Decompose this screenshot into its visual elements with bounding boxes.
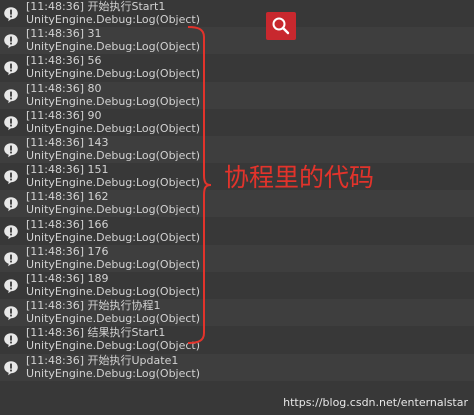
log-message: [11:48:36] 90	[26, 110, 102, 122]
log-message: [11:48:36] 176	[26, 246, 109, 258]
log-time: [11:48:36]	[26, 218, 84, 231]
log-source: UnityEngine.Debug:Log(Object)	[26, 312, 201, 325]
log-message: [11:48:36] 56	[26, 55, 102, 67]
info-speech-bubble-icon	[4, 333, 18, 348]
log-text: 结果执行Start1	[87, 326, 166, 339]
log-source: UnityEngine.Debug:Log(Object)	[26, 95, 201, 108]
annotation-label: 协程里的代码	[224, 163, 375, 192]
log-source: UnityEngine.Debug:Log(Object)	[26, 203, 201, 216]
log-entry[interactable]: [11:48:36] 56 UnityEngine.Debug:Log(Objec…	[0, 54, 474, 81]
info-speech-bubble-icon	[4, 225, 18, 240]
log-source: UnityEngine.Debug:Log(Object)	[26, 285, 201, 298]
log-time: [11:48:36]	[26, 27, 84, 40]
log-source: UnityEngine.Debug:Log(Object)	[26, 367, 201, 380]
log-message: [11:48:36] 166	[26, 219, 109, 231]
log-time: [11:48:36]	[26, 109, 84, 122]
annotation-bracket	[187, 26, 212, 344]
log-entry[interactable]: [11:48:36] 开始执行Update1 UnityEngine.Debug:…	[0, 354, 474, 381]
info-speech-bubble-icon	[4, 34, 18, 49]
log-message: [11:48:36] 151	[26, 164, 109, 176]
info-speech-bubble-icon	[4, 143, 18, 158]
info-speech-bubble-icon	[4, 61, 18, 76]
log-entry[interactable]: [11:48:36] 开始执行协程1 UnityEngine.Debug:Log(…	[0, 299, 474, 326]
log-message: [11:48:36] 189	[26, 273, 109, 285]
log-source: UnityEngine.Debug:Log(Object)	[26, 67, 201, 80]
log-text: 80	[87, 82, 102, 95]
log-message: [11:48:36] 开始执行协程1	[26, 300, 161, 312]
log-entry[interactable]: [11:48:36] 176 UnityEngine.Debug:Log(Obje…	[0, 245, 474, 272]
log-text: 56	[87, 54, 102, 67]
log-time: [11:48:36]	[26, 299, 84, 312]
info-speech-bubble-icon	[4, 116, 18, 131]
info-speech-bubble-icon	[4, 279, 18, 294]
info-speech-bubble-icon	[4, 252, 18, 267]
info-speech-bubble-icon	[4, 197, 18, 212]
log-source: UnityEngine.Debug:Log(Object)	[26, 339, 201, 352]
watermark: https://blog.csdn.net/enternalstar	[283, 396, 468, 409]
log-source: UnityEngine.Debug:Log(Object)	[26, 149, 201, 162]
info-speech-bubble-icon	[4, 170, 18, 185]
log-message: [11:48:36] 结果执行Start1	[26, 327, 165, 339]
log-text: 176	[87, 245, 109, 258]
log-entry[interactable]: [11:48:36] 80 UnityEngine.Debug:Log(Objec…	[0, 82, 474, 109]
info-speech-bubble-icon	[4, 7, 18, 22]
log-message: [11:48:36] 162	[26, 191, 109, 203]
log-time: [11:48:36]	[26, 272, 84, 285]
log-time: [11:48:36]	[26, 190, 84, 203]
log-message: [11:48:36] 开始执行Start1	[26, 1, 165, 13]
info-speech-bubble-icon	[4, 306, 18, 321]
search-icon	[272, 17, 290, 35]
log-source: UnityEngine.Debug:Log(Object)	[26, 258, 201, 271]
info-speech-bubble-icon	[4, 361, 18, 376]
log-entry[interactable]: [11:48:36] 162 UnityEngine.Debug:Log(Obje…	[0, 190, 474, 217]
log-time: [11:48:36]	[26, 82, 84, 95]
log-text: 31	[87, 27, 102, 40]
log-text: 189	[87, 272, 109, 285]
log-text: 151	[87, 163, 109, 176]
log-entry[interactable]: [11:48:36] 结果执行Start1 UnityEngine.Debug:L…	[0, 326, 474, 353]
log-text: 开始执行协程1	[87, 299, 161, 312]
log-entry[interactable]: [11:48:36] 166 UnityEngine.Debug:Log(Obje…	[0, 218, 474, 245]
log-text: 90	[87, 109, 102, 122]
console-window: [11:48:36] 开始执行Start1 UnityEngine.Debug:L…	[0, 0, 474, 415]
log-text: 143	[87, 136, 109, 149]
log-source: UnityEngine.Debug:Log(Object)	[26, 122, 201, 135]
log-text: 开始执行Update1	[87, 354, 179, 367]
log-time: [11:48:36]	[26, 245, 84, 258]
info-speech-bubble-icon	[4, 89, 18, 104]
log-message: [11:48:36] 开始执行Update1	[26, 355, 178, 367]
log-text: 166	[87, 218, 109, 231]
log-message: [11:48:36] 31	[26, 28, 102, 40]
log-time: [11:48:36]	[26, 0, 84, 13]
log-entry[interactable]: [11:48:36] 143 UnityEngine.Debug:Log(Obje…	[0, 136, 474, 163]
log-message: [11:48:36] 143	[26, 137, 109, 149]
log-source: UnityEngine.Debug:Log(Object)	[26, 176, 201, 189]
log-entry[interactable]: [11:48:36] 90 UnityEngine.Debug:Log(Objec…	[0, 109, 474, 136]
log-source: UnityEngine.Debug:Log(Object)	[26, 13, 201, 26]
log-source: UnityEngine.Debug:Log(Object)	[26, 231, 201, 244]
log-entry[interactable]: [11:48:36] 189 UnityEngine.Debug:Log(Obje…	[0, 272, 474, 299]
log-entry[interactable]: [11:48:36] 开始执行Start1 UnityEngine.Debug:L…	[0, 0, 474, 27]
log-source: UnityEngine.Debug:Log(Object)	[26, 40, 201, 53]
search-button[interactable]	[266, 12, 296, 40]
log-time: [11:48:36]	[26, 326, 84, 339]
log-message: [11:48:36] 80	[26, 83, 102, 95]
log-time: [11:48:36]	[26, 163, 84, 176]
log-entry[interactable]: [11:48:36] 31 UnityEngine.Debug:Log(Objec…	[0, 27, 474, 54]
log-time: [11:48:36]	[26, 354, 84, 367]
log-time: [11:48:36]	[26, 54, 84, 67]
log-text: 开始执行Start1	[87, 0, 166, 13]
log-text: 162	[87, 190, 109, 203]
log-time: [11:48:36]	[26, 136, 84, 149]
